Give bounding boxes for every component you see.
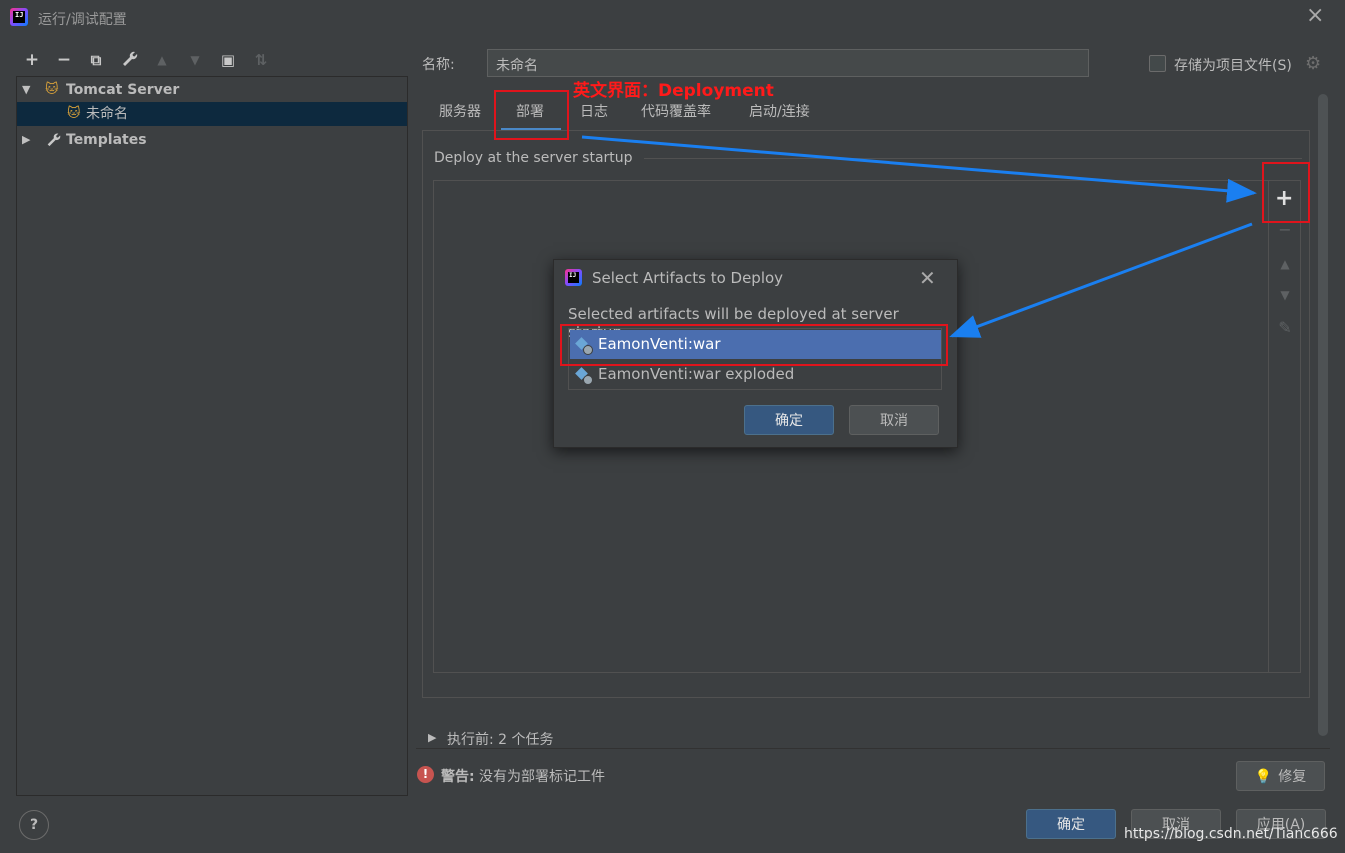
annotation-box-deployment-tab — [494, 90, 569, 140]
warning-icon: ! — [417, 766, 434, 783]
collapse-arrow-icon[interactable]: ▶ — [22, 128, 30, 152]
intellij-app-icon: IJ — [10, 8, 28, 26]
close-icon[interactable]: × — [1306, 5, 1324, 27]
move-up-button[interactable]: ▲ — [1275, 257, 1295, 271]
edit-artifact-button[interactable]: ✎ — [1275, 318, 1295, 337]
remove-icon[interactable]: − — [53, 49, 75, 71]
tree-item-unnamed[interactable]: 🐱 未命名 — [17, 102, 407, 126]
expand-arrow-icon[interactable]: ▶ — [428, 731, 436, 744]
artifact-icon — [576, 367, 593, 385]
ok-button[interactable]: 确定 — [1026, 809, 1116, 839]
artifact-label: EamonVenti:war exploded — [598, 365, 795, 383]
wrench-icon[interactable] — [118, 49, 140, 71]
name-label: 名称: — [422, 57, 455, 73]
fix-label: 修复 — [1278, 769, 1307, 785]
error-bulb-icon: 💡 — [1254, 769, 1273, 785]
divider — [416, 748, 1330, 749]
name-field[interactable]: 未命名 — [487, 49, 1089, 77]
warning-message: 警告: 没有为部署标记工件 — [441, 766, 605, 786]
annotation-box-add-button — [1262, 162, 1310, 223]
scrollbar[interactable] — [1318, 94, 1328, 736]
tab-server[interactable]: 服务器 — [439, 101, 481, 121]
move-down-button[interactable]: ▼ — [1275, 288, 1295, 302]
annotation-box-artifact — [560, 324, 948, 366]
tomcat-config-icon: 🐱 — [67, 106, 81, 121]
sort-icon[interactable]: ⇅ — [250, 49, 272, 71]
new-folder-icon[interactable]: ▣ — [217, 49, 239, 71]
dialog-title: Select Artifacts to Deploy — [592, 269, 784, 287]
tomcat-icon: 🐱 — [45, 82, 59, 97]
tab-code-coverage[interactable]: 代码覆盖率 — [641, 101, 711, 121]
tree-item-label: Tomcat Server — [66, 82, 180, 98]
store-as-project-file-label[interactable]: 存储为项目文件(S) — [1174, 55, 1292, 75]
tab-logs[interactable]: 日志 — [580, 101, 608, 121]
gear-icon[interactable]: ⚙ — [1305, 53, 1321, 74]
watermark: https://blog.csdn.net/Tianc666 — [1124, 826, 1338, 842]
tree-item-templates[interactable]: ▶ Templates — [17, 128, 407, 152]
close-icon[interactable]: ✕ — [919, 266, 936, 290]
tab-startup-connection[interactable]: 启动/连接 — [749, 101, 810, 121]
move-down-icon[interactable]: ▼ — [184, 49, 206, 71]
annotation-text: 英文界面：Deployment — [573, 81, 774, 101]
before-launch-section[interactable]: 执行前: 2 个任务 — [447, 729, 554, 749]
window-title: 运行/调试配置 — [38, 12, 127, 28]
deploy-section-title: Deploy at the server startup — [434, 150, 633, 166]
warning-label: 警告: — [441, 769, 475, 785]
store-as-project-file-checkbox[interactable] — [1149, 55, 1166, 72]
dialog-ok-button[interactable]: 确定 — [744, 405, 834, 435]
move-up-icon[interactable]: ▲ — [151, 49, 173, 71]
divider — [1268, 181, 1269, 672]
warning-text: 没有为部署标记工件 — [474, 769, 606, 785]
tree-item-label: Templates — [66, 132, 147, 148]
copy-icon[interactable]: ⧉ — [85, 49, 107, 71]
add-icon[interactable]: + — [21, 49, 43, 71]
dialog-cancel-button[interactable]: 取消 — [849, 405, 939, 435]
title-bar: IJ 运行/调试配置 × — [0, 0, 1345, 36]
tree-item-label: 未命名 — [86, 106, 128, 122]
intellij-app-icon: IJ — [565, 269, 582, 286]
help-button[interactable]: ? — [19, 810, 49, 840]
configuration-tree[interactable]: ▼ 🐱 Tomcat Server 🐱 未命名 ▶ Templates — [16, 76, 408, 796]
expand-arrow-icon[interactable]: ▼ — [22, 78, 30, 102]
divider — [644, 158, 1302, 159]
wrench-icon — [45, 131, 61, 155]
fix-button[interactable]: 💡 修复 — [1236, 761, 1325, 791]
tree-item-tomcat-server[interactable]: ▼ 🐱 Tomcat Server — [17, 78, 407, 102]
